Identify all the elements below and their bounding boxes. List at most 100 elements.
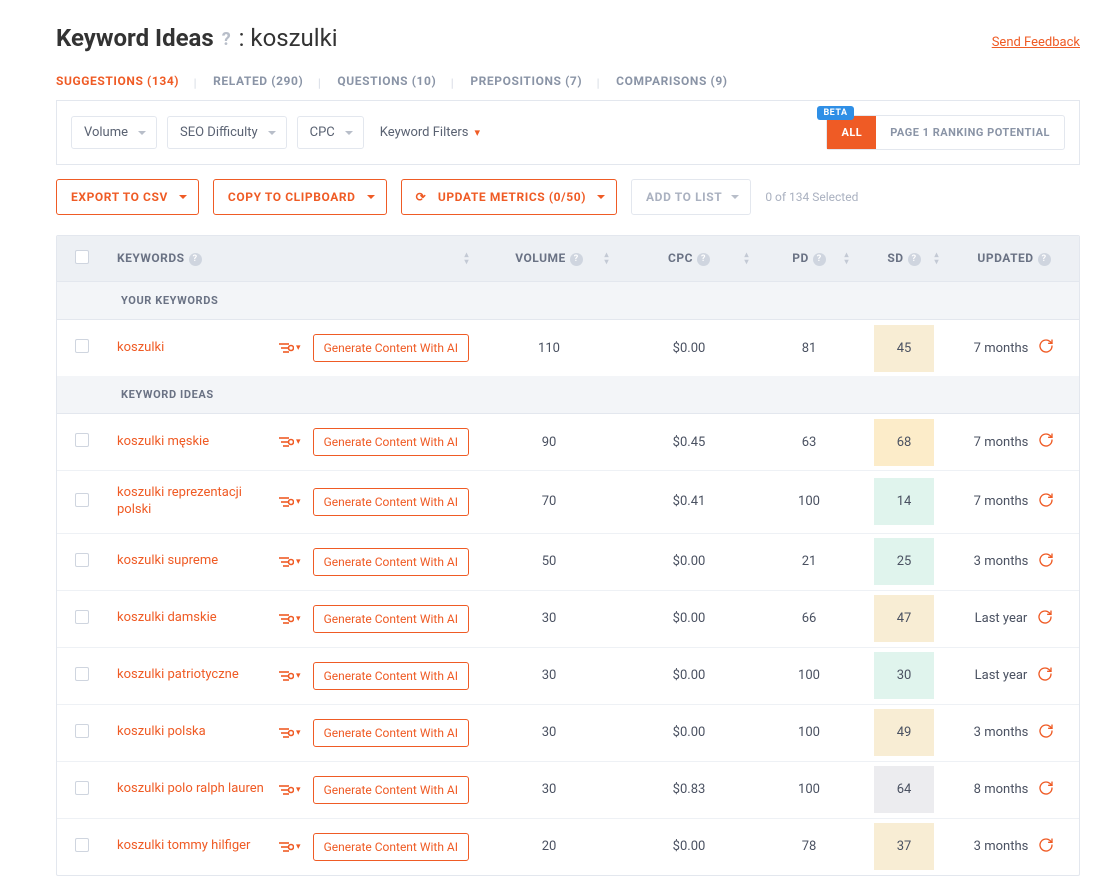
row-filter-icon[interactable]: ▾	[278, 342, 301, 354]
row-checkbox[interactable]	[75, 724, 89, 738]
keyword-link[interactable]: koszulki reprezentacji polski	[117, 485, 266, 519]
generate-ai-button[interactable]: Generate Content With AI	[313, 833, 469, 861]
page-title: Keyword Ideas ? : koszulki	[56, 24, 338, 52]
cell-sd: 68	[874, 419, 934, 466]
row-filter-icon[interactable]: ▾	[278, 784, 301, 796]
generate-ai-button[interactable]: Generate Content With AI	[313, 605, 469, 633]
row-checkbox[interactable]	[75, 610, 89, 624]
refresh-row-icon[interactable]	[1038, 552, 1054, 572]
table-row: koszulki tommy hilfiger ▾ Generate Content…	[57, 819, 1079, 875]
keyword-link[interactable]: koszulki tommy hilfiger	[117, 838, 250, 855]
generate-ai-button[interactable]: Generate Content With AI	[313, 428, 469, 456]
refresh-row-icon[interactable]	[1038, 338, 1054, 358]
copy-clipboard-button[interactable]: COPY TO CLIPBOARD	[213, 179, 387, 215]
cell-volume: 70	[479, 480, 619, 523]
keyword-link[interactable]: koszulki	[117, 340, 164, 357]
send-feedback-link[interactable]: Send Feedback	[992, 35, 1080, 50]
cell-updated: 3 months	[974, 839, 1029, 854]
refresh-row-icon[interactable]	[1037, 666, 1053, 686]
cpc-filter[interactable]: CPC	[297, 116, 364, 149]
keyword-link[interactable]: koszulki polska	[117, 724, 206, 741]
help-icon[interactable]: ?	[189, 253, 202, 266]
tab-prepositions[interactable]: PREPOSITIONS (7)|	[470, 74, 582, 100]
tab-related[interactable]: RELATED (290)|	[213, 74, 303, 100]
cell-updated: 7 months	[974, 341, 1029, 356]
update-metrics-button[interactable]: ⟳ UPDATE METRICS (0/50)	[401, 179, 617, 215]
cell-volume: 90	[479, 421, 619, 464]
cell-volume: 30	[479, 654, 619, 697]
sort-icon[interactable]: ▴▾	[744, 251, 749, 265]
sort-icon[interactable]: ▴▾	[464, 251, 469, 265]
refresh-row-icon[interactable]	[1038, 432, 1054, 452]
tab-suggestions[interactable]: SUGGESTIONS (134)|	[56, 74, 179, 100]
view-potential-tab[interactable]: PAGE 1 RANKING POTENTIAL	[876, 116, 1064, 149]
row-filter-icon[interactable]: ▾	[278, 496, 301, 508]
row-checkbox[interactable]	[75, 838, 89, 852]
row-checkbox[interactable]	[75, 339, 89, 353]
row-filter-icon[interactable]: ▾	[278, 841, 301, 853]
refresh-row-icon[interactable]	[1038, 837, 1054, 857]
help-icon[interactable]: ?	[570, 253, 583, 266]
chevron-down-icon: ▾	[296, 785, 301, 795]
keyword-link[interactable]: koszulki damskie	[117, 610, 217, 627]
keyword-link[interactable]: koszulki patriotyczne	[117, 667, 239, 684]
col-sd[interactable]: SD? ▴▾	[859, 237, 949, 279]
cell-volume: 30	[479, 597, 619, 640]
generate-ai-button[interactable]: Generate Content With AI	[313, 488, 469, 516]
refresh-icon: ⟳	[416, 190, 427, 204]
row-checkbox[interactable]	[75, 781, 89, 795]
select-all-checkbox[interactable]	[75, 250, 89, 264]
section-your-keywords: YOUR KEYWORDS	[57, 282, 1079, 320]
refresh-row-icon[interactable]	[1038, 723, 1054, 743]
cell-updated: 7 months	[974, 435, 1029, 450]
col-pd[interactable]: PD? ▴▾	[759, 237, 859, 279]
generate-ai-button[interactable]: Generate Content With AI	[313, 662, 469, 690]
tab-comparisons[interactable]: COMPARISONS (9)	[616, 74, 727, 100]
export-csv-button[interactable]: EXPORT TO CSV	[56, 179, 199, 215]
keyword-link[interactable]: koszulki polo ralph lauren	[117, 781, 264, 798]
volume-filter[interactable]: Volume	[71, 116, 157, 149]
row-filter-icon[interactable]: ▾	[278, 556, 301, 568]
row-checkbox[interactable]	[75, 493, 89, 507]
help-icon[interactable]: ?	[1038, 253, 1051, 266]
sort-icon[interactable]: ▴▾	[844, 251, 849, 265]
row-filter-icon[interactable]: ▾	[278, 727, 301, 739]
tab-questions[interactable]: QUESTIONS (10)|	[337, 74, 436, 100]
row-filter-icon[interactable]: ▾	[278, 670, 301, 682]
add-to-list-button[interactable]: ADD TO LIST	[631, 179, 751, 215]
sort-icon[interactable]: ▴▾	[604, 251, 609, 265]
view-all-tab[interactable]: ALL	[827, 116, 876, 149]
keyword-link[interactable]: koszulki męskie	[117, 434, 209, 451]
tabs: SUGGESTIONS (134)| RELATED (290)| QUESTION…	[56, 74, 1080, 100]
cell-updated: 3 months	[974, 725, 1029, 740]
row-filter-icon[interactable]: ▾	[278, 436, 301, 448]
cell-sd: 47	[874, 595, 934, 642]
refresh-row-icon[interactable]	[1037, 609, 1053, 629]
cell-volume: 30	[479, 711, 619, 754]
row-checkbox[interactable]	[75, 667, 89, 681]
help-icon[interactable]: ?	[222, 29, 231, 50]
cell-updated: 7 months	[974, 494, 1029, 509]
help-icon[interactable]: ?	[813, 253, 826, 266]
row-checkbox[interactable]	[75, 433, 89, 447]
generate-ai-button[interactable]: Generate Content With AI	[313, 548, 469, 576]
col-updated[interactable]: UPDATED?	[949, 237, 1079, 279]
keyword-filters-button[interactable]: Keyword Filters▾	[380, 125, 480, 140]
generate-ai-button[interactable]: Generate Content With AI	[313, 719, 469, 747]
cell-volume: 50	[479, 540, 619, 583]
help-icon[interactable]: ?	[697, 253, 710, 266]
help-icon[interactable]: ?	[908, 253, 921, 266]
table-row: koszulki polska ▾ Generate Content With AI…	[57, 705, 1079, 762]
refresh-row-icon[interactable]	[1038, 492, 1054, 512]
sort-icon[interactable]: ▴▾	[934, 251, 939, 265]
beta-badge: BETA	[817, 106, 853, 120]
refresh-row-icon[interactable]	[1038, 780, 1054, 800]
row-filter-icon[interactable]: ▾	[278, 613, 301, 625]
col-keywords[interactable]: KEYWORDS? ▴▾	[107, 237, 479, 279]
generate-ai-button[interactable]: Generate Content With AI	[313, 334, 469, 362]
keyword-link[interactable]: koszulki supreme	[117, 553, 218, 570]
seo-difficulty-filter[interactable]: SEO Difficulty	[167, 116, 287, 149]
col-cpc[interactable]: CPC? ▴▾	[619, 237, 759, 279]
row-checkbox[interactable]	[75, 553, 89, 567]
col-volume[interactable]: VOLUME? ▴▾	[479, 237, 619, 279]
